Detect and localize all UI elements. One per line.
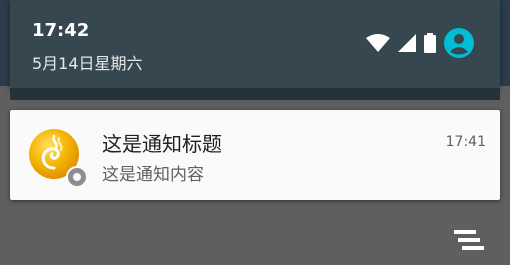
signal-icon: [398, 34, 416, 52]
clear-all-icon[interactable]: [450, 226, 488, 256]
notification-text: 这是通知内容: [102, 165, 204, 185]
app-icon: [28, 128, 88, 188]
panel-shadow-band: [10, 88, 500, 100]
battery-icon: [424, 33, 436, 53]
notification-card[interactable]: 这是通知标题 这是通知内容 17:41: [10, 110, 500, 200]
status-icons: [366, 28, 474, 58]
notification-badge: [66, 166, 88, 188]
quick-settings-panel[interactable]: 17:42 5月14日星期六: [10, 0, 500, 88]
badge-dot: [73, 173, 81, 181]
clock: 17:42: [32, 20, 90, 41]
account-icon[interactable]: [444, 28, 474, 58]
notification-time: 17:41: [445, 134, 486, 150]
notification-title: 这是通知标题: [102, 132, 222, 156]
date[interactable]: 5月14日星期六: [32, 50, 143, 74]
wifi-icon: [366, 34, 390, 52]
